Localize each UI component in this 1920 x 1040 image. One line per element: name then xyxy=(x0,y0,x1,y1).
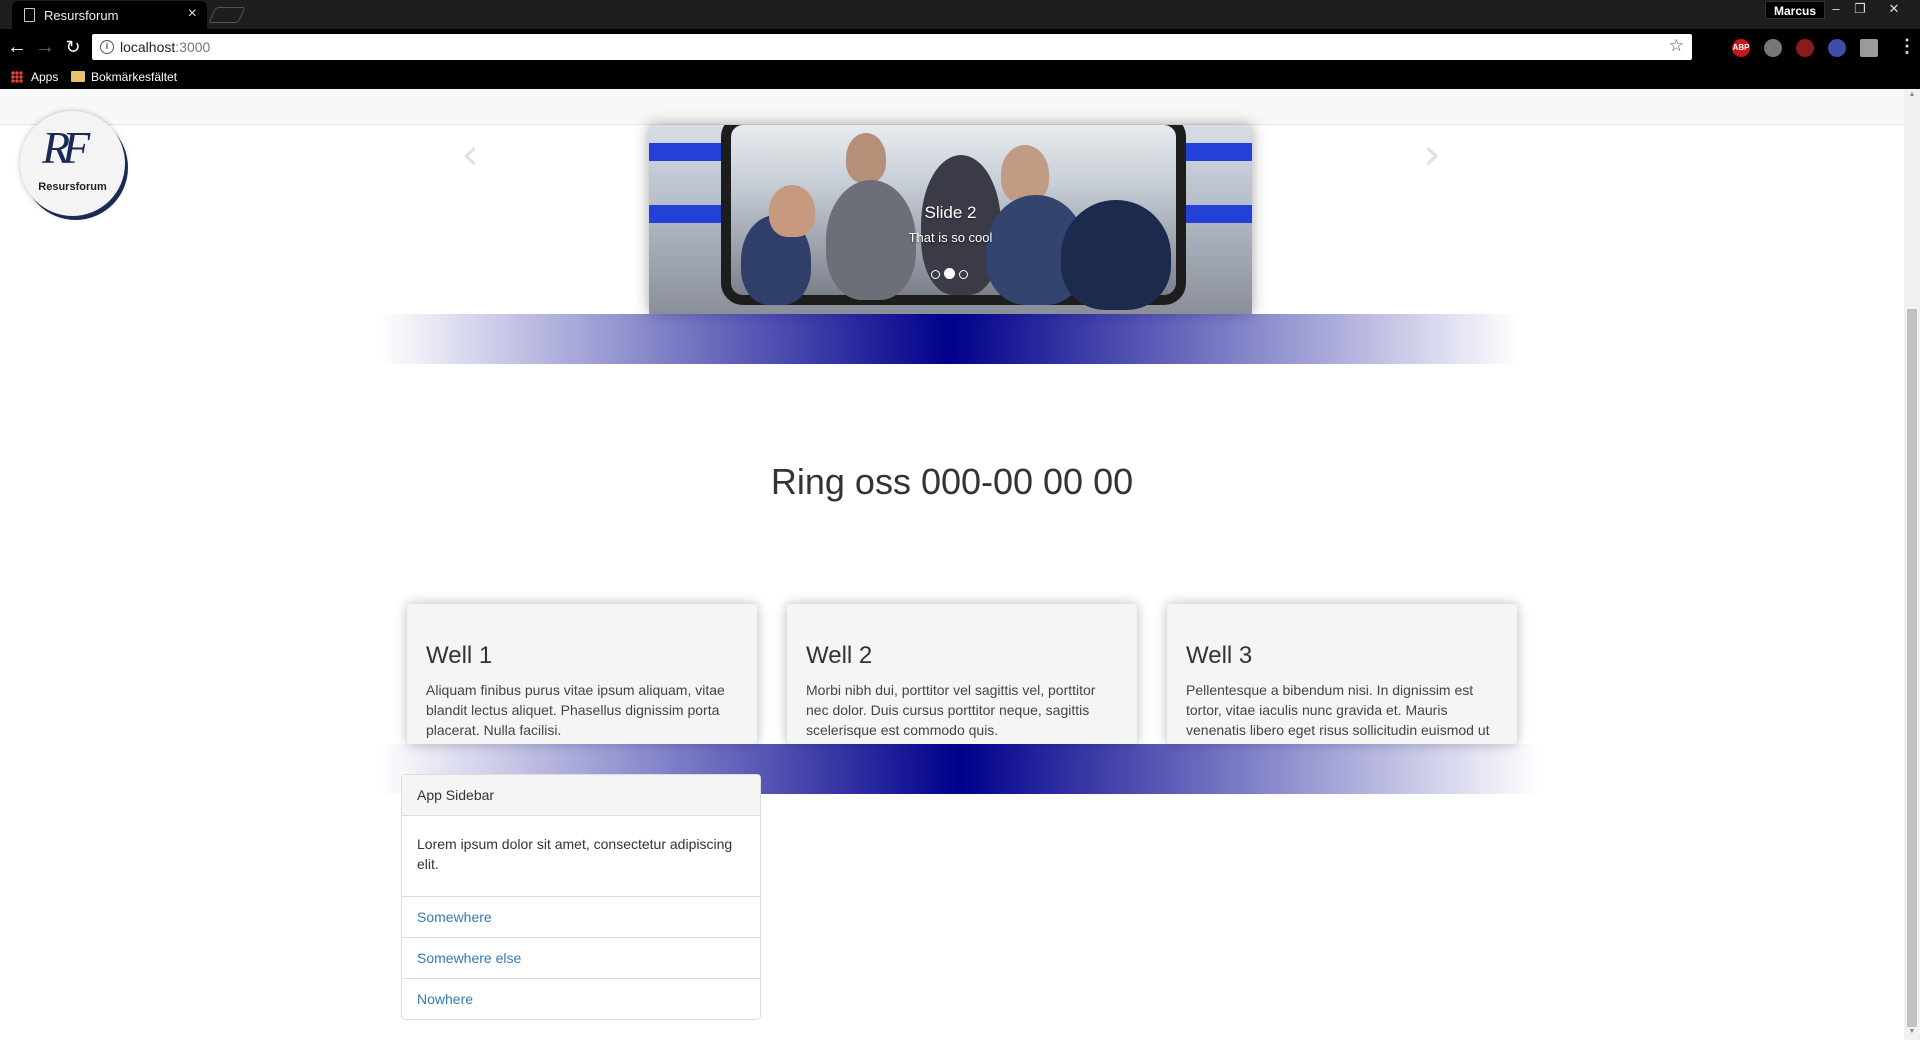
well-text: Pellentesque a bibendum nisi. In digniss… xyxy=(1186,682,1490,738)
bookmarks-bar: Apps Bokmärkesfältet xyxy=(0,65,1920,89)
tab-title: Resursforum xyxy=(44,8,119,23)
bookmark-star-icon[interactable]: ☆ xyxy=(1669,36,1684,56)
photo-face xyxy=(1001,145,1049,203)
flag-icon[interactable] xyxy=(1828,39,1846,57)
tab-close-icon[interactable]: × xyxy=(188,5,197,23)
carousel-indicator[interactable] xyxy=(931,270,940,279)
ext-grey-icon[interactable] xyxy=(1860,39,1878,57)
well-card: Well 2 Morbi nibh dui, porttitor vel sag… xyxy=(787,604,1137,744)
well-card: Well 1 Aliquam finibus purus vitae ipsum… xyxy=(407,604,757,744)
phone-heading: Ring oss 000-00 00 00 xyxy=(770,461,1134,502)
scrollbar-thumb[interactable] xyxy=(1907,309,1917,1027)
info-icon[interactable]: i xyxy=(100,40,114,54)
browser-toolbar: ← → ↻ i localhost:3000 ☆ ABP ⋮ xyxy=(0,29,1920,65)
apps-link[interactable]: Apps xyxy=(31,70,58,84)
ext-red-icon[interactable] xyxy=(1796,39,1814,57)
back-icon[interactable]: ← xyxy=(5,35,29,59)
folder-icon[interactable] xyxy=(71,71,85,82)
sidebar-link-nowhere[interactable]: Nowhere xyxy=(402,979,760,1020)
carousel-prev-button[interactable]: ‹ xyxy=(450,125,490,185)
gradient-band xyxy=(380,314,1520,364)
close-window-icon[interactable]: ✕ xyxy=(1882,0,1906,18)
sidebar-link-somewhere-else[interactable]: Somewhere else xyxy=(402,938,760,979)
logo-monogram: RF xyxy=(42,122,90,173)
well-text: Morbi nibh dui, porttitor vel sagittis v… xyxy=(806,682,1096,738)
well-card: Well 3 Pellentesque a bibendum nisi. In … xyxy=(1167,604,1517,744)
menu-icon[interactable]: ⋮ xyxy=(1898,36,1916,57)
site-navbar xyxy=(0,89,1904,125)
carousel-next-button[interactable]: › xyxy=(1412,125,1452,185)
apps-icon[interactable] xyxy=(11,71,23,83)
sidebar-link-somewhere[interactable]: Somewhere xyxy=(402,897,760,938)
address-bar[interactable]: i localhost:3000 ☆ xyxy=(92,34,1692,60)
new-tab-button[interactable] xyxy=(208,7,246,23)
reload-icon[interactable]: ↻ xyxy=(61,35,85,59)
scroll-up-icon[interactable]: ▲ xyxy=(1907,91,1917,101)
carousel-caption-title: Slide 2 xyxy=(924,203,977,222)
sidebar-body: Lorem ipsum dolor sit amet, consectetur … xyxy=(402,816,760,897)
app-sidebar: App Sidebar Lorem ipsum dolor sit amet, … xyxy=(401,774,761,1020)
well-title: Well 2 xyxy=(806,642,873,669)
restore-icon[interactable]: ❐ xyxy=(1848,0,1872,18)
carousel-indicator[interactable] xyxy=(959,270,968,279)
well-text: Aliquam finibus purus vitae ipsum aliqua… xyxy=(426,682,725,738)
forward-icon[interactable]: → xyxy=(33,35,57,59)
bookmark-folder[interactable]: Bokmärkesfältet xyxy=(91,70,177,84)
carousel-indicators xyxy=(929,266,970,279)
carousel-indicator[interactable] xyxy=(944,268,955,279)
image-carousel: Slide 2 That is so cool xyxy=(649,125,1252,314)
well-title: Well 1 xyxy=(426,642,493,669)
page-scrollbar[interactable]: ▲ ▼ xyxy=(1904,89,1920,1040)
browser-tab[interactable]: Resursforum × xyxy=(12,1,207,29)
page-icon xyxy=(24,8,35,22)
scroll-down-icon[interactable]: ▼ xyxy=(1907,1028,1917,1038)
browser-titlebar: Resursforum × Marcus – ❐ ✕ xyxy=(0,0,1920,29)
lightbulb-icon[interactable] xyxy=(1764,39,1782,57)
logo-text: Resursforum xyxy=(38,181,107,193)
carousel-caption-text: That is so cool xyxy=(908,230,993,245)
url-text: localhost:3000 xyxy=(120,39,211,55)
minimize-icon[interactable]: – xyxy=(1824,0,1848,18)
profile-button[interactable]: Marcus xyxy=(1765,1,1826,19)
sidebar-heading: App Sidebar xyxy=(402,775,760,816)
photo-face xyxy=(846,133,886,183)
site-logo[interactable]: RF Resursforum xyxy=(20,111,125,216)
adblock-icon[interactable]: ABP xyxy=(1732,39,1750,57)
well-title: Well 3 xyxy=(1186,642,1253,669)
page-viewport: RF Resursforum ‹ › Slide 2 That is so co… xyxy=(0,89,1904,1040)
